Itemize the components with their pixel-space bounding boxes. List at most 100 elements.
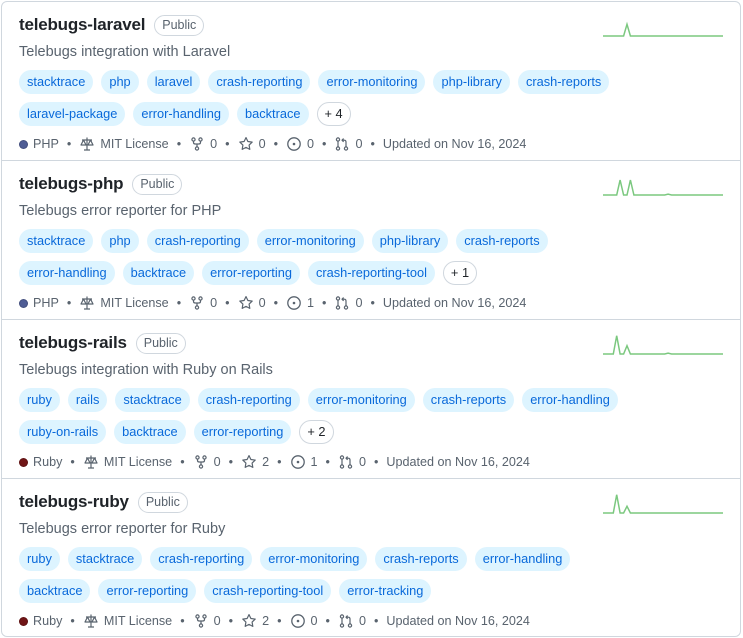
repo-name-link[interactable]: telebugs-rails <box>19 333 127 353</box>
topic-tag[interactable]: backtrace <box>114 420 186 444</box>
stars-count-value: 2 <box>262 614 270 628</box>
repo-name-link[interactable]: telebugs-laravel <box>19 15 145 35</box>
pulls-count[interactable]: 0 <box>338 454 366 470</box>
topic-tag[interactable]: php <box>101 229 139 253</box>
issues-count[interactable]: 1 <box>286 295 314 311</box>
forks-count[interactable]: 0 <box>189 136 217 152</box>
topic-tag[interactable]: error-handling <box>474 547 571 571</box>
meta-separator: • <box>225 137 230 151</box>
pulls-count[interactable]: 0 <box>338 613 366 629</box>
topic-list: stacktrace php crash-reporting error-monito… <box>19 229 619 285</box>
pulls-count[interactable]: 0 <box>334 295 362 311</box>
topic-tag[interactable]: crash-reporting-tool <box>307 261 435 285</box>
repo-name-link[interactable]: telebugs-php <box>19 174 124 194</box>
more-topics-button[interactable]: + 2 <box>299 420 334 444</box>
license: MIT License <box>79 295 169 311</box>
topic-tag[interactable]: crash-reports <box>375 547 467 571</box>
issues-count-value: 0 <box>310 614 318 628</box>
topic-tag[interactable]: crash-reporting <box>208 70 311 94</box>
meta-separator: • <box>225 296 230 310</box>
topic-tag[interactable]: backtrace <box>122 261 195 285</box>
issues-count[interactable]: 0 <box>286 136 314 152</box>
topic-tag[interactable]: error-monitoring <box>256 229 364 253</box>
topic-tag[interactable]: error-reporting <box>202 261 300 285</box>
topic-tag[interactable]: laravel-package <box>19 102 126 126</box>
topic-tag[interactable]: ruby-on-rails <box>19 420 107 444</box>
stars-count[interactable]: 0 <box>238 136 266 152</box>
sparkline-line <box>603 494 723 514</box>
pulls-count[interactable]: 0 <box>334 136 362 152</box>
topic-tag[interactable]: crash-reporting-tool <box>204 579 332 603</box>
topic-tag[interactable]: error-reporting <box>193 420 292 444</box>
pulls-count-value: 0 <box>355 296 363 310</box>
meta-separator: • <box>180 455 185 469</box>
topic-tag[interactable]: backtrace <box>19 579 91 603</box>
repo-description: Telebugs error reporter for PHP <box>19 203 222 219</box>
topic-tag[interactable]: crash-reporting <box>146 229 249 253</box>
meta-separator: • <box>176 296 182 310</box>
more-topics-button[interactable]: + 1 <box>442 261 478 285</box>
meta-separator: • <box>277 455 282 469</box>
license: MIT License <box>83 454 172 470</box>
issues-count[interactable]: 0 <box>290 613 318 629</box>
topic-tag[interactable]: backtrace <box>237 102 309 126</box>
updated-date: Updated on Nov 16, 2024 <box>386 614 530 628</box>
topic-tag[interactable]: error-tracking <box>339 579 432 603</box>
topic-tag[interactable]: error-monitoring <box>260 547 368 571</box>
repo-card: telebugs-php Public Telebugs error repor… <box>2 161 740 320</box>
fork-icon <box>194 614 207 628</box>
topic-tag[interactable]: crash-reporting <box>150 547 253 571</box>
meta-separator: • <box>70 455 75 469</box>
topic-tag[interactable]: error-monitoring <box>318 70 426 94</box>
meta-separator: • <box>370 137 375 151</box>
license-value: MIT License <box>103 614 173 628</box>
meta-separator: • <box>325 614 330 628</box>
updated-date: Updated on Nov 16, 2024 <box>382 296 527 310</box>
issue-icon <box>290 614 305 628</box>
topic-tag[interactable]: crash-reports <box>422 388 515 412</box>
topic-tag[interactable]: php-library <box>371 229 449 253</box>
forks-count[interactable]: 0 <box>189 295 217 311</box>
forks-count[interactable]: 0 <box>193 613 221 629</box>
topic-tag[interactable]: stacktrace <box>67 547 143 571</box>
topic-tag[interactable]: stacktrace <box>115 388 190 412</box>
stars-count[interactable]: 0 <box>238 295 266 311</box>
forks-count[interactable]: 0 <box>193 454 221 470</box>
topic-tag[interactable]: laravel <box>146 70 201 94</box>
topic-tag[interactable]: crash-reports <box>517 70 610 94</box>
more-topics-button[interactable]: + 4 <box>316 102 351 126</box>
stars-count-value: 0 <box>258 296 266 310</box>
topic-tag[interactable]: stacktrace <box>19 229 94 253</box>
topic-tag[interactable]: error-handling <box>133 102 230 126</box>
repo-name-link[interactable]: telebugs-ruby <box>19 492 129 512</box>
stars-count[interactable]: 2 <box>241 454 269 470</box>
stars-count[interactable]: 2 <box>241 613 269 629</box>
issues-count-value: 0 <box>307 137 315 151</box>
topic-tag[interactable]: crash-reporting <box>197 388 300 412</box>
law-icon <box>84 614 98 628</box>
pull-request-icon <box>336 137 349 151</box>
meta-separator: • <box>277 614 282 628</box>
topic-tag[interactable]: php-library <box>433 70 510 94</box>
repo-description: Telebugs error reporter for Ruby <box>19 521 226 537</box>
pulls-count-value: 0 <box>355 137 363 151</box>
topic-tag[interactable]: crash-reports <box>456 229 548 253</box>
language-name: Ruby <box>33 455 63 469</box>
meta-separator: • <box>273 296 278 310</box>
issues-count[interactable]: 1 <box>290 454 318 470</box>
topic-tag[interactable]: error-handling <box>522 388 618 412</box>
topic-tag[interactable]: error-monitoring <box>307 388 415 412</box>
meta-separator: • <box>373 455 379 469</box>
fork-icon <box>191 296 203 310</box>
topic-tag[interactable]: ruby <box>19 547 60 571</box>
topic-tag[interactable]: ruby <box>19 388 60 412</box>
topic-tag[interactable]: rails <box>67 388 108 412</box>
license: MIT License <box>83 613 172 629</box>
topic-tag[interactable]: stacktrace <box>19 70 94 94</box>
topic-list: stacktrace php laravel crash-reporting error… <box>19 70 619 126</box>
topic-tag[interactable]: error-reporting <box>98 579 197 603</box>
topic-tag[interactable]: error-handling <box>19 261 115 285</box>
topic-tag[interactable]: php <box>101 70 139 94</box>
meta-separator: • <box>228 614 234 628</box>
visibility-badge: Public <box>132 173 183 195</box>
